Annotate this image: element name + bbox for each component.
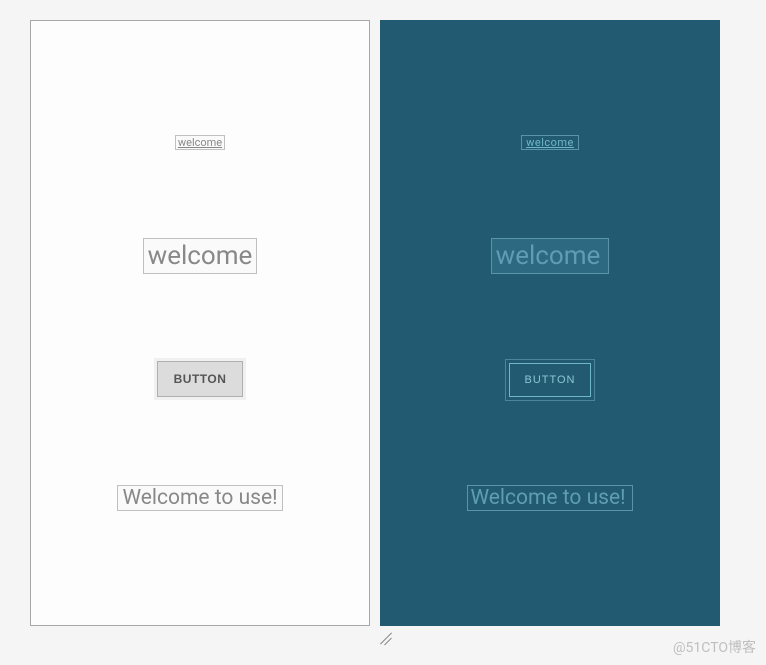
dark-theme-panel: welcome welcome BUTTON Welcome to use! bbox=[380, 20, 720, 626]
preview-container: welcome welcome BUTTON Welcome to use! w… bbox=[0, 0, 766, 646]
watermark-text: @51CTO博客 bbox=[673, 637, 756, 657]
welcome-textview-light: Welcome to use! bbox=[117, 485, 282, 511]
button-light[interactable]: BUTTON bbox=[157, 361, 244, 397]
welcome-link-light[interactable]: welcome bbox=[175, 135, 225, 150]
welcome-edittext-light[interactable]: welcome bbox=[143, 238, 258, 274]
button-dark[interactable]: BUTTON bbox=[509, 363, 590, 397]
light-theme-panel: welcome welcome BUTTON Welcome to use! bbox=[30, 20, 370, 626]
welcome-link-dark[interactable]: welcome bbox=[521, 135, 579, 150]
welcome-textview-dark: Welcome to use! bbox=[467, 485, 632, 511]
welcome-edittext-dark[interactable]: welcome bbox=[491, 238, 610, 274]
